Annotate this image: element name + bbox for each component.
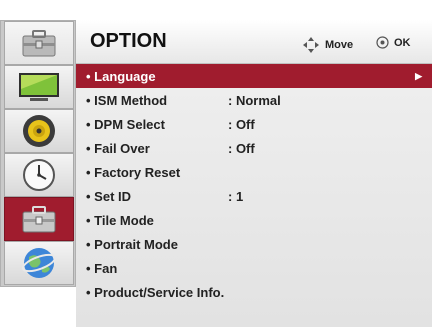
menu-item-value: : Normal: [228, 92, 281, 108]
menu-item-label: • Fan: [86, 260, 118, 276]
menu-item-label: • Factory Reset: [86, 164, 181, 180]
move-hint: Move: [302, 36, 353, 54]
globe-icon: [21, 248, 57, 278]
menu-header: OPTION Move OK: [76, 20, 432, 64]
menu-item-value: : 1: [228, 188, 244, 204]
move-hint-label: Move: [325, 39, 354, 51]
menu-item-label: • Product/Service Info.: [86, 284, 225, 300]
sidebar-item-time[interactable]: [4, 153, 74, 197]
menu-item-label: • Portrait Mode: [86, 236, 178, 252]
menu-item-label: • Tile Mode: [86, 212, 154, 228]
sidebar-item-audio[interactable]: [4, 109, 74, 153]
menu-item-factory-reset[interactable]: • Factory Reset: [76, 160, 432, 184]
menu-item-value: : Off: [228, 116, 255, 132]
toolbox-icon: [22, 206, 56, 233]
menu-item-fan[interactable]: • Fan: [76, 256, 432, 280]
speaker-icon: [23, 115, 55, 147]
menu-item-language[interactable]: • Language ▶: [76, 64, 432, 88]
osd-menu-window: OPTION Move OK • Language ▶ • ISM Method: [0, 0, 438, 333]
menu-item-label: • ISM Method: [86, 92, 168, 108]
option-menu-list: • Language ▶ • ISM Method : Normal • DPM…: [76, 64, 432, 327]
toolbox-icon: [22, 30, 56, 57]
menu-item-label: • DPM Select: [86, 116, 165, 132]
menu-item-label: • Set ID: [86, 188, 132, 204]
menu-item-ism-method[interactable]: • ISM Method : Normal: [76, 88, 432, 112]
menu-item-set-id[interactable]: • Set ID : 1: [76, 184, 432, 208]
dpad-arrows-icon: [303, 37, 319, 53]
menu-item-tile-mode[interactable]: • Tile Mode: [76, 208, 432, 232]
menu-item-value: : Off: [228, 140, 255, 156]
sidebar-item-picture[interactable]: [4, 65, 74, 109]
menu-item-product-service-info[interactable]: • Product/Service Info.: [76, 280, 432, 304]
chevron-right-icon: ▶: [415, 70, 422, 81]
ok-hint: OK: [376, 36, 411, 49]
sidebar-item-option[interactable]: [4, 197, 74, 241]
menu-item-portrait-mode[interactable]: • Portrait Mode: [76, 232, 432, 256]
ok-hint-label: OK: [394, 36, 411, 49]
sidebar-item-option-header[interactable]: [4, 21, 74, 65]
page-title: OPTION: [90, 30, 167, 52]
menu-item-label: • Fail Over: [86, 140, 150, 156]
menu-item-fail-over[interactable]: • Fail Over : Off: [76, 136, 432, 160]
menu-item-dpm-select[interactable]: • DPM Select : Off: [76, 112, 432, 136]
clock-icon: [23, 159, 55, 191]
ok-button-icon: [376, 36, 389, 49]
sidebar-item-network[interactable]: [4, 241, 74, 285]
category-sidebar: [0, 20, 76, 287]
monitor-icon: [19, 73, 59, 101]
menu-item-label: • Language: [86, 68, 156, 84]
